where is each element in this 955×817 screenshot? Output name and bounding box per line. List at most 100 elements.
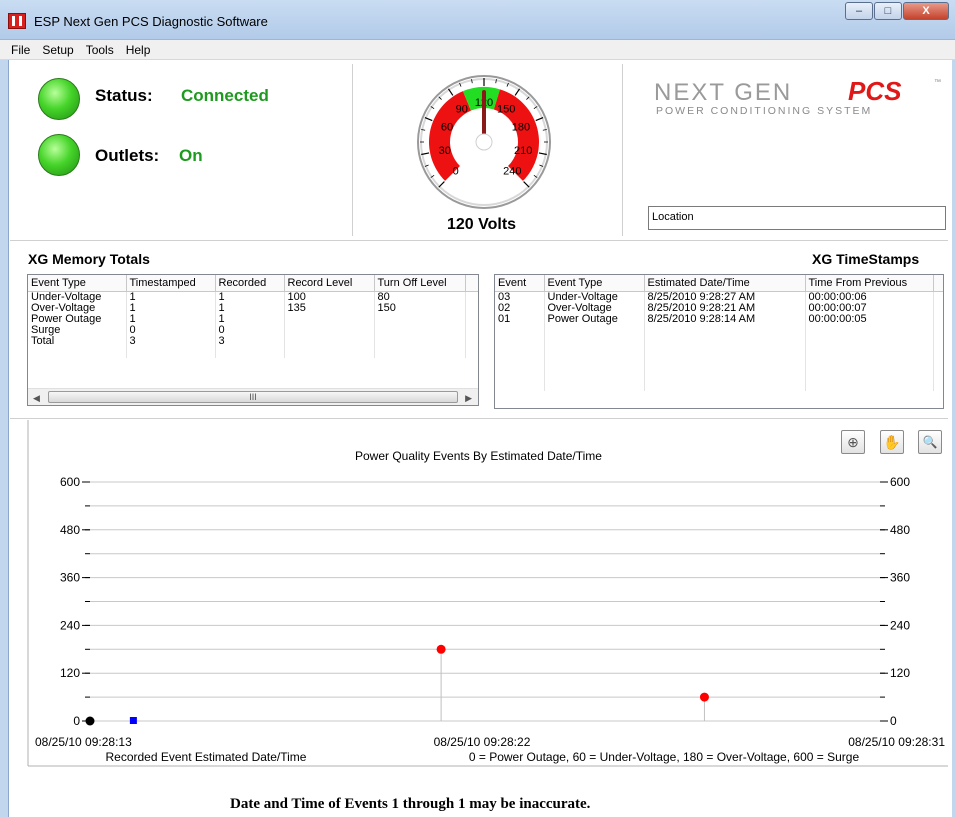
table-cell [374,346,466,358]
scroll-thumb[interactable]: III [48,391,458,403]
location-field[interactable]: Location [648,206,946,230]
table-cell: 1 [126,302,216,314]
column-header[interactable]: Event Type [544,275,645,292]
divider [622,64,623,236]
table-row-empty [495,335,943,347]
y-tick-label-right: 480 [890,523,910,537]
gauge-tick-label: 0 [453,165,459,177]
timestamps-table[interactable]: Event Event Type Estimated Date/Time Tim… [494,274,944,409]
table-cell [495,324,545,336]
outlets-label: Outlets: [95,146,160,165]
memory-totals-title: XG Memory Totals [28,251,150,267]
table-row[interactable]: 02 Over-Voltage 8/25/2010 9:28:21 AM 00:00:… [495,302,943,314]
table-cell: 0 [215,324,285,336]
horizontal-scrollbar[interactable]: ◀ III ▶ [28,388,478,405]
table-cell [465,313,478,325]
table-cell [805,368,934,380]
table-cell [805,357,934,369]
y-tick-label: 360 [60,571,80,585]
column-header[interactable]: Event Type [28,275,127,292]
table-cell [544,324,645,336]
menu-help[interactable]: Help [120,43,157,57]
table-cell [215,346,285,358]
column-header[interactable]: Event [495,275,545,292]
table-row[interactable]: Total 3 3 [28,335,478,347]
close-button[interactable]: X [903,2,949,20]
table-cell: 00:00:00:06 [805,291,934,303]
menu-tools[interactable]: Tools [80,43,120,57]
table-cell [284,324,375,336]
x-tick-label: 08/25/10 09:28:13 [35,735,132,749]
minimize-button[interactable]: – [845,2,873,20]
table-row[interactable]: Surge 0 0 [28,324,478,336]
menu-setup[interactable]: Setup [36,43,79,57]
table-row[interactable]: 01 Power Outage 8/25/2010 9:28:14 AM 00:00:… [495,313,943,325]
table-cell [544,335,645,347]
y-tick-label-right: 0 [890,714,897,728]
window-title: ESP Next Gen PCS Diagnostic Software [34,14,268,29]
table-cell [374,313,466,325]
table-cell [126,346,216,358]
column-header [933,275,943,292]
table-row[interactable]: Over-Voltage 1 1 135 150 [28,302,478,314]
status-label: Status: [95,86,153,105]
table-cell: 01 [495,313,545,325]
table-cell: 1 [215,302,285,314]
table-cell: Power Outage [544,313,645,325]
table-cell [933,335,943,347]
gauge-tick-label: 150 [497,104,515,116]
table-cell [465,335,478,347]
table-cell: Under-Voltage [28,291,127,303]
outlets-value: On [179,146,203,165]
data-point [436,644,446,654]
table-row-empty [495,346,943,358]
title-bar[interactable]: ESP Next Gen PCS Diagnostic Software – □… [0,0,955,40]
table-cell [374,335,466,347]
y-tick-label: 480 [60,523,80,537]
status-value: Connected [181,86,269,105]
table-row-empty [495,379,943,391]
column-header[interactable]: Estimated Date/Time [644,275,806,292]
app-icon [8,13,26,29]
table-cell: 0 [126,324,216,336]
table-row-empty [495,357,943,369]
scroll-right-icon[interactable]: ▶ [465,393,472,404]
table-cell [644,324,806,336]
table-row-empty [495,368,943,380]
table-row[interactable]: Under-Voltage 1 1 100 80 [28,291,478,303]
table-cell [28,346,127,358]
table-cell: Under-Voltage [544,291,645,303]
table-cell: 1 [126,291,216,303]
menu-file[interactable]: File [5,43,36,57]
memory-totals-table[interactable]: Event Type Timestamped Recorded Record L… [27,274,479,406]
scroll-left-icon[interactable]: ◀ [33,393,40,404]
column-header[interactable]: Record Level [284,275,375,292]
table-cell [933,368,943,380]
gauge-tick-label: 90 [456,104,468,116]
y-tick-label: 0 [73,714,80,728]
crosshair-tool-button[interactable]: ⊕ [841,430,865,454]
table-cell: 1 [215,313,285,325]
table-cell: 135 [284,302,375,314]
table-row-empty [495,324,943,336]
table-cell [544,368,645,380]
table-cell [465,346,478,358]
table-row[interactable]: Power Outage 1 1 [28,313,478,325]
y-tick-label-right: 120 [890,666,910,680]
table-cell [544,379,645,391]
table-cell [805,379,934,391]
maximize-button[interactable]: □ [874,2,902,20]
column-header[interactable]: Time From Previous [805,275,934,292]
column-header[interactable]: Turn Off Level [374,275,466,292]
table-cell: 3 [215,335,285,347]
column-header[interactable]: Recorded [215,275,285,292]
table-cell: Over-Voltage [544,302,645,314]
table-row[interactable]: 03 Under-Voltage 8/25/2010 9:28:27 AM 00:00… [495,291,943,303]
table-cell [644,335,806,347]
accuracy-warning: Date and Time of Events 1 through 1 may … [230,796,591,812]
zoom-tool-button[interactable]: 🔍 [918,430,942,454]
data-point [85,716,95,726]
column-header[interactable]: Timestamped [126,275,216,292]
table-cell [933,324,943,336]
pan-tool-button[interactable]: ✋ [880,430,904,454]
